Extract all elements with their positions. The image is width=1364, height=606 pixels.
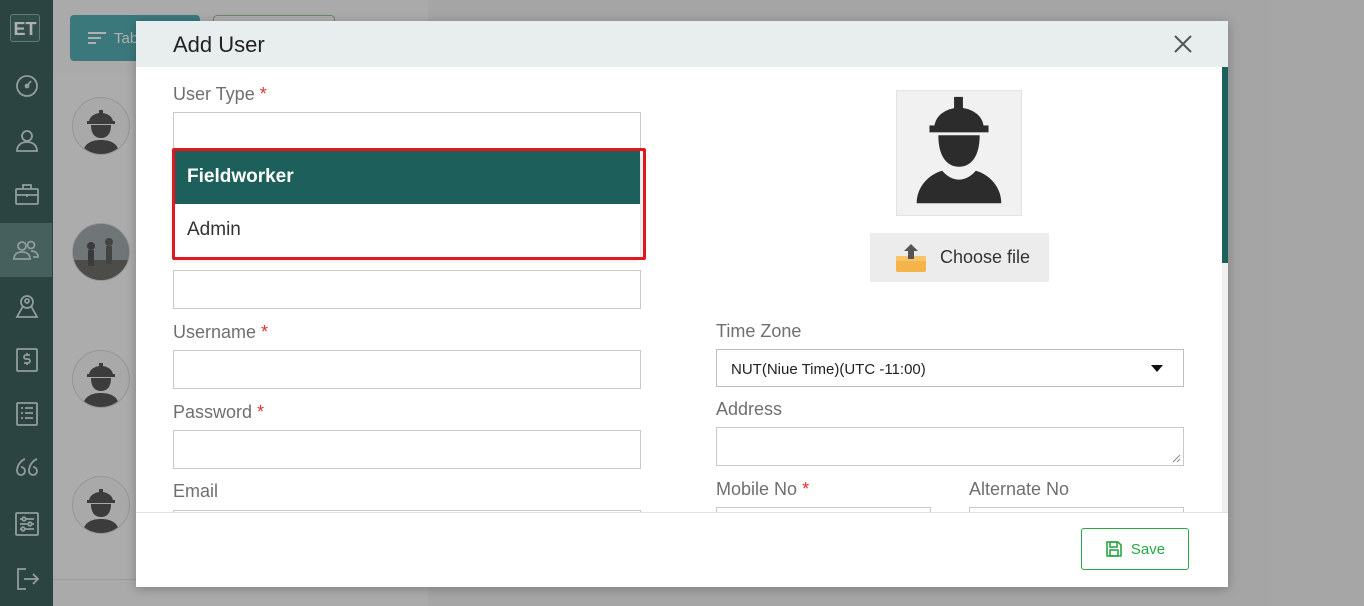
upload-icon bbox=[896, 243, 926, 272]
user-type-select[interactable] bbox=[173, 112, 641, 151]
name-field[interactable] bbox=[173, 270, 641, 309]
worker-avatar-icon bbox=[916, 96, 1002, 204]
alternate-no-label: Alternate No bbox=[969, 479, 1070, 499]
save-button[interactable]: Save bbox=[1081, 528, 1189, 570]
profile-photo bbox=[896, 90, 1022, 216]
modal-scrollbar[interactable] bbox=[1222, 67, 1228, 512]
save-floppy-icon bbox=[1106, 541, 1122, 557]
choose-file-label: Choose file bbox=[940, 247, 1031, 267]
address-label: Address bbox=[716, 399, 783, 419]
password-field[interactable] bbox=[173, 430, 641, 469]
time-zone-select[interactable]: NUT(Niue Time)(UTC -11:00) bbox=[716, 349, 1184, 387]
time-zone-label: Time Zone bbox=[716, 321, 802, 341]
option-admin[interactable]: Admin bbox=[174, 204, 640, 257]
option-fieldworker[interactable]: Fieldworker bbox=[174, 151, 640, 204]
user-type-label: User Type * bbox=[173, 84, 267, 104]
password-label: Password * bbox=[173, 402, 265, 422]
modal-footer: Save bbox=[136, 512, 1228, 588]
address-field[interactable] bbox=[716, 427, 1184, 466]
save-label: Save bbox=[1130, 540, 1166, 558]
time-zone-value: NUT(Niue Time)(UTC -11:00) bbox=[731, 361, 926, 378]
close-icon[interactable] bbox=[1172, 33, 1194, 55]
modal-body: User Type * Username * Password * Email … bbox=[136, 67, 1228, 512]
email-label: Email bbox=[173, 481, 219, 501]
choose-file-button[interactable]: Choose file bbox=[870, 233, 1049, 282]
resize-grip-icon[interactable] bbox=[1172, 454, 1181, 463]
add-user-dialog: Add User User Type * Username * Password… bbox=[136, 21, 1228, 587]
modal-title: Add User bbox=[173, 32, 265, 57]
username-field[interactable] bbox=[173, 350, 641, 389]
mobile-no-label: Mobile No * bbox=[716, 479, 810, 499]
username-label: Username * bbox=[173, 322, 269, 342]
scrollbar-thumb[interactable] bbox=[1222, 67, 1228, 263]
chevron-down-icon bbox=[1151, 365, 1163, 372]
modal-header: Add User bbox=[136, 21, 1228, 67]
user-type-dropdown: Fieldworker Admin bbox=[174, 151, 640, 257]
